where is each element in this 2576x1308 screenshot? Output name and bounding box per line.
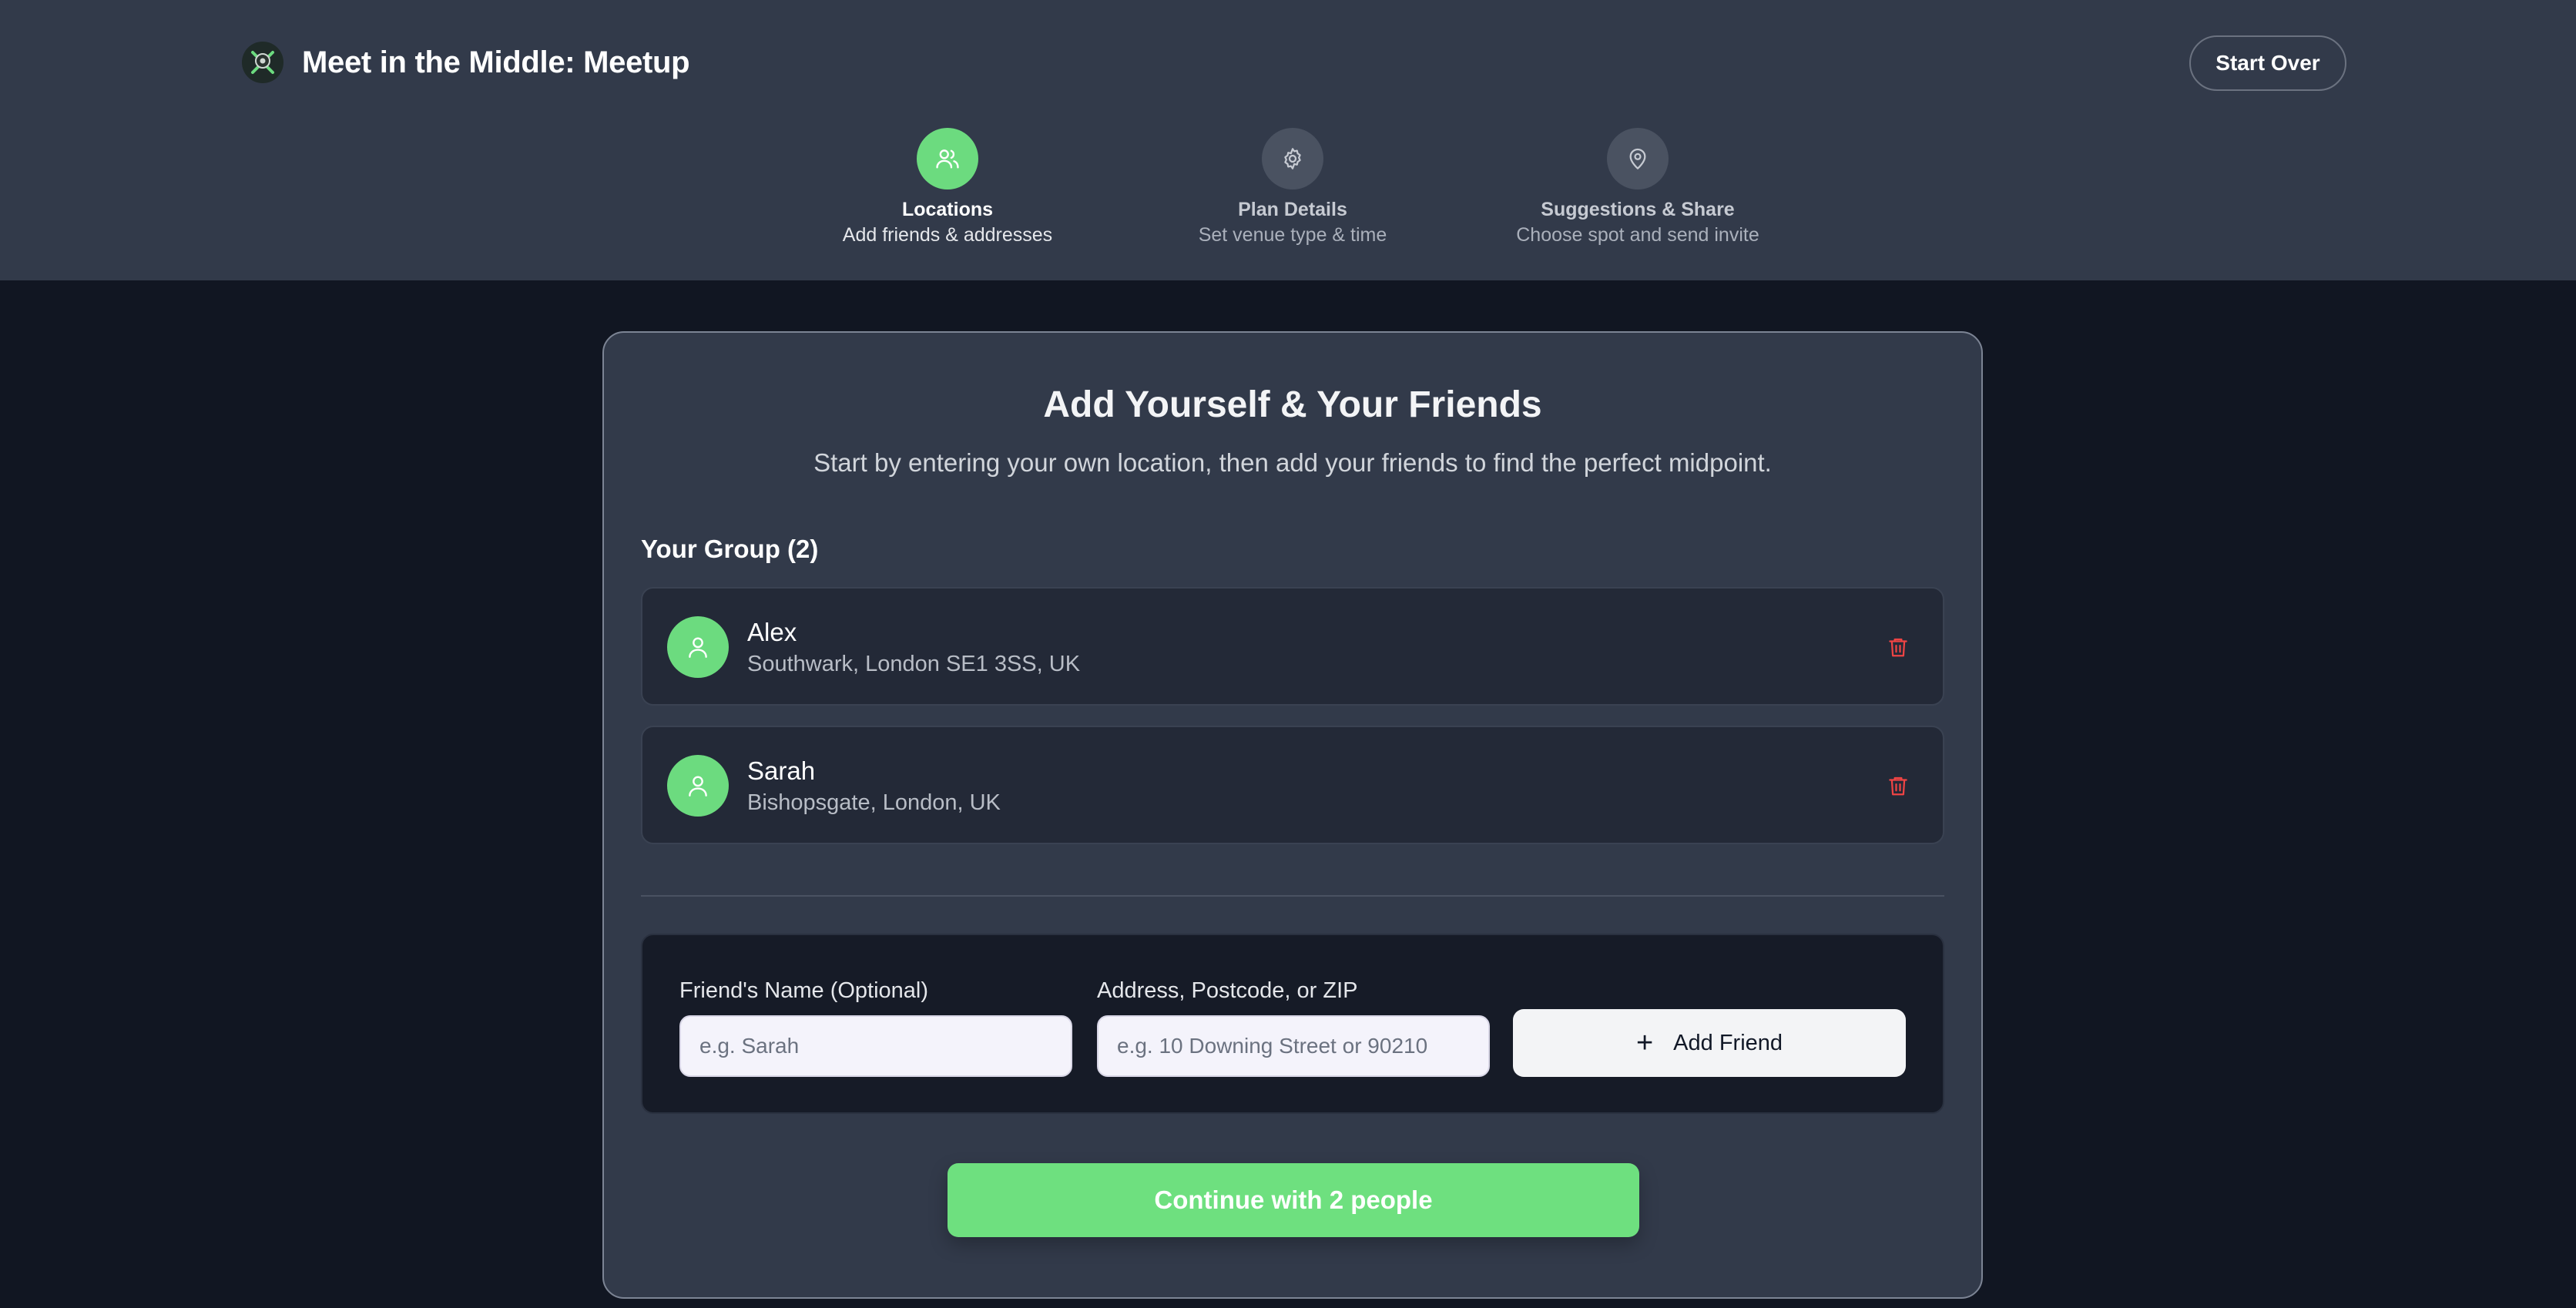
user-avatar-icon [667, 755, 729, 817]
step-subtitle: Add friends & addresses [842, 224, 1053, 246]
step-title: Plan Details [1238, 199, 1347, 220]
add-friends-card: Add Yourself & Your Friends Start by ent… [602, 331, 1983, 1299]
divider [641, 895, 1944, 897]
member-row: Sarah Bishopsgate, London, UK [641, 726, 1944, 844]
app-title: Meet in the Middle: Meetup [302, 45, 690, 79]
app-logo-icon [242, 42, 283, 83]
continue-button[interactable]: Continue with 2 people [948, 1163, 1639, 1237]
member-name: Alex [747, 618, 797, 646]
plus-icon: + [1635, 1027, 1654, 1059]
add-friend-button[interactable]: + Add Friend [1513, 1009, 1906, 1077]
trash-icon[interactable] [1878, 766, 1918, 806]
member-name: Sarah [747, 756, 816, 785]
step-subtitle: Set venue type & time [1198, 224, 1387, 246]
step-subtitle: Choose spot and send invite [1516, 224, 1759, 246]
group-label: Your Group (2) [641, 535, 819, 563]
address-label: Address, Postcode, or ZIP [1097, 978, 1358, 1003]
step-suggestions-share[interactable]: Suggestions & Share Choose spot and send… [1484, 128, 1792, 247]
card-heading: Add Yourself & Your Friends [1043, 384, 1542, 425]
trash-icon[interactable] [1878, 627, 1918, 667]
member-address: Southwark, London SE1 3SS, UK [747, 652, 1081, 676]
step-plan-details[interactable]: Plan Details Set venue type & time [1139, 128, 1447, 247]
card-lead-text: Start by entering your own location, the… [813, 448, 1772, 477]
map-pin-icon [1607, 128, 1669, 189]
add-friend-form: Friend's Name (Optional) Address, Postco… [641, 934, 1944, 1114]
friend-name-input[interactable] [679, 1015, 1072, 1077]
start-over-button[interactable]: Start Over [2189, 35, 2346, 91]
step-title: Suggestions & Share [1541, 199, 1735, 220]
step-locations[interactable]: Locations Add friends & addresses [793, 128, 1102, 247]
add-friend-label: Add Friend [1673, 1030, 1783, 1055]
address-input[interactable] [1097, 1015, 1490, 1077]
user-avatar-icon [667, 616, 729, 678]
app-header: Meet in the Middle: Meetup Start Over Lo… [0, 0, 2576, 280]
users-icon [917, 128, 978, 189]
gear-icon [1262, 128, 1323, 189]
brand: Meet in the Middle: Meetup [242, 42, 690, 83]
member-address: Bishopsgate, London, UK [747, 790, 1001, 815]
member-row: Alex Southwark, London SE1 3SS, UK [641, 587, 1944, 706]
friend-name-label: Friend's Name (Optional) [679, 978, 929, 1003]
step-title: Locations [901, 199, 994, 220]
